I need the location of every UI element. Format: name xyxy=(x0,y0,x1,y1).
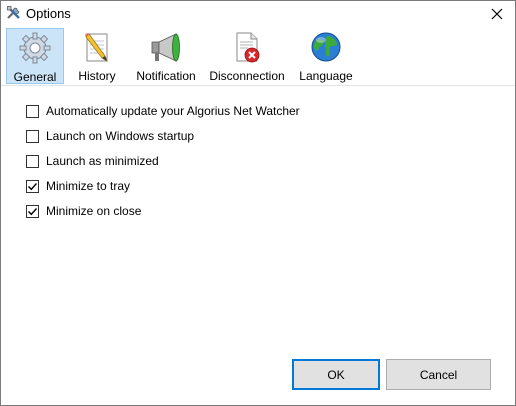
document-error-icon xyxy=(236,32,260,63)
auto-update-checkbox[interactable] xyxy=(26,104,39,118)
launch-minimized-label: Launch as minimized xyxy=(46,154,159,168)
pencil-notepad-icon xyxy=(85,33,108,62)
close-icon xyxy=(491,8,503,19)
option-minimize-close[interactable]: Minimize on close xyxy=(26,203,141,219)
options-toolbar: General History Notification Disconnecti… xyxy=(1,26,515,86)
launch-startup-label: Launch on Windows startup xyxy=(46,129,195,143)
tab-disconnection-label: Disconnection xyxy=(209,69,285,83)
tools-icon xyxy=(7,6,20,19)
options-window: Options General History Notification Dis… xyxy=(0,0,516,406)
tab-general-label: General xyxy=(13,70,57,84)
minimize-tray-checkbox[interactable] xyxy=(26,179,39,193)
option-launch-startup[interactable]: Launch on Windows startup xyxy=(26,128,194,144)
launch-startup-checkbox[interactable] xyxy=(26,129,39,143)
gear-icon xyxy=(19,32,51,64)
minimize-close-label: Minimize on close xyxy=(46,204,142,218)
tab-language-label: Language xyxy=(299,69,353,83)
minimize-close-checkbox[interactable] xyxy=(26,204,39,218)
ok-button[interactable]: OK xyxy=(292,359,380,390)
option-minimize-tray[interactable]: Minimize to tray xyxy=(26,178,130,194)
tab-history-label: History xyxy=(78,69,116,83)
tab-language[interactable]: Language xyxy=(297,28,355,84)
minimize-tray-label: Minimize to tray xyxy=(46,179,131,193)
cancel-button[interactable]: Cancel xyxy=(386,359,491,390)
launch-minimized-checkbox[interactable] xyxy=(26,154,39,168)
checkmark-icon xyxy=(28,182,38,190)
globe-icon xyxy=(311,32,341,62)
window-title: Options xyxy=(26,6,71,21)
checkmark-icon xyxy=(28,207,38,215)
close-button[interactable] xyxy=(479,1,515,26)
tab-general[interactable]: General xyxy=(6,28,64,84)
tab-disconnection[interactable]: Disconnection xyxy=(209,28,285,84)
option-auto-update[interactable]: Automatically update your Algorius Net W… xyxy=(26,103,300,119)
option-launch-minimized[interactable]: Launch as minimized xyxy=(26,153,159,169)
tab-notification[interactable]: Notification xyxy=(133,28,199,84)
megaphone-icon xyxy=(151,33,180,62)
tab-notification-label: Notification xyxy=(136,69,196,83)
tab-history[interactable]: History xyxy=(71,28,123,84)
title-bar: Options xyxy=(1,1,515,26)
auto-update-label: Automatically update your Algorius Net W… xyxy=(46,104,300,118)
